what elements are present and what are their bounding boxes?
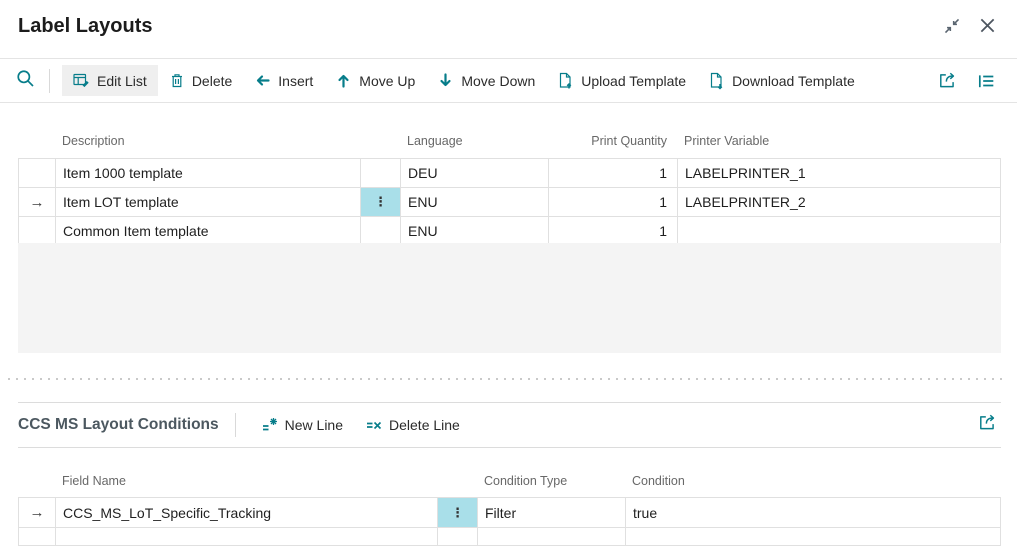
cell-field-name[interactable]: [55, 528, 437, 545]
upload-template-label: Upload Template: [581, 73, 686, 89]
list-menu-icon[interactable]: [977, 72, 995, 90]
conditions-section-bar: CCS MS Layout Conditions New Line Delete…: [18, 403, 1001, 447]
current-row-arrow-icon: →: [18, 188, 55, 216]
header-spacer: [437, 474, 477, 488]
column-header-condition-type[interactable]: Condition Type: [477, 474, 625, 488]
cell-printer-variable[interactable]: LABELPRINTER_2: [677, 188, 1001, 216]
window-controls: [943, 16, 997, 35]
layouts-table-header: Description Language Print Quantity Prin…: [18, 134, 1001, 148]
conditions-bar-right: [978, 413, 997, 437]
download-template-label: Download Template: [732, 73, 855, 89]
row-selector[interactable]: [18, 217, 55, 245]
current-row-arrow-icon: →: [18, 498, 55, 527]
table-row-current[interactable]: → Item LOT template ⋮ ENU 1 LABELPRINTER…: [18, 188, 1001, 217]
action-bar: Edit List Delete Insert Move Up: [0, 58, 1017, 103]
cell-language[interactable]: ENU: [400, 217, 548, 245]
label-layouts-table: Item 1000 template DEU 1 LABELPRINTER_1 …: [18, 158, 1001, 246]
new-line-button[interactable]: New Line: [250, 410, 354, 440]
insert-button[interactable]: Insert: [243, 65, 324, 96]
row-selector[interactable]: [18, 159, 55, 187]
empty-rows-area: [18, 243, 1001, 353]
cell-printer-variable[interactable]: [677, 217, 1001, 245]
edit-list-button[interactable]: Edit List: [62, 65, 158, 96]
column-header-description[interactable]: Description: [55, 134, 360, 148]
delete-line-button[interactable]: Delete Line: [354, 410, 471, 440]
share-icon[interactable]: [938, 71, 957, 90]
row-options-button[interactable]: ⋮: [437, 498, 477, 527]
table-row[interactable]: Item 1000 template DEU 1 LABELPRINTER_1: [18, 159, 1001, 188]
cell-field-name[interactable]: CCS_MS_LoT_Specific_Tracking: [55, 498, 437, 527]
delete-line-icon: [365, 417, 382, 433]
delete-button[interactable]: Delete: [158, 65, 243, 96]
cell-condition[interactable]: [625, 528, 1001, 545]
insert-arrow-icon: [254, 72, 271, 89]
column-header-printer-variable[interactable]: Printer Variable: [677, 134, 1001, 148]
toolbar-divider: [235, 413, 236, 437]
upload-template-icon: [557, 72, 574, 90]
page-title: Label Layouts: [18, 13, 152, 39]
cell-print-quantity[interactable]: 1: [548, 217, 677, 245]
cell-description[interactable]: Item LOT template: [55, 188, 360, 216]
cell-condition[interactable]: true: [625, 498, 1001, 527]
delete-icon: [169, 72, 185, 89]
close-icon[interactable]: [978, 16, 997, 35]
row-options-cell[interactable]: [437, 528, 477, 545]
conditions-table-header: Field Name Condition Type Condition: [18, 474, 1001, 488]
header-spacer: [18, 474, 55, 488]
row-options-button[interactable]: ⋮: [360, 188, 400, 216]
cell-description[interactable]: Common Item template: [55, 217, 360, 245]
edit-list-icon: [73, 72, 90, 89]
cell-language[interactable]: DEU: [400, 159, 548, 187]
row-options-cell[interactable]: [360, 159, 400, 187]
table-row[interactable]: Common Item template ENU 1: [18, 217, 1001, 246]
header-spacer: [360, 134, 400, 148]
move-up-arrow-icon: [335, 72, 352, 89]
delete-label: Delete: [192, 73, 232, 89]
move-down-arrow-icon: [437, 72, 454, 89]
row-selector[interactable]: [18, 528, 55, 545]
cell-description[interactable]: Item 1000 template: [55, 159, 360, 187]
row-options-cell[interactable]: [360, 217, 400, 245]
column-header-condition[interactable]: Condition: [625, 474, 1001, 488]
delete-line-label: Delete Line: [389, 417, 460, 433]
cell-print-quantity[interactable]: 1: [548, 159, 677, 187]
cell-printer-variable[interactable]: LABELPRINTER_1: [677, 159, 1001, 187]
column-header-field-name[interactable]: Field Name: [55, 474, 437, 488]
conditions-table: → CCS_MS_LoT_Specific_Tracking ⋮ Filter …: [18, 497, 1001, 546]
dotted-section-separator: [8, 378, 1007, 380]
move-up-label: Move Up: [359, 73, 415, 89]
table-row-current[interactable]: → CCS_MS_LoT_Specific_Tracking ⋮ Filter …: [18, 498, 1001, 528]
search-icon[interactable]: [16, 69, 35, 93]
cell-print-quantity[interactable]: 1: [548, 188, 677, 216]
header-spacer: [18, 134, 55, 148]
table-row-empty[interactable]: [18, 528, 1001, 546]
new-line-icon: [261, 417, 278, 433]
edit-list-label: Edit List: [97, 73, 147, 89]
section-divider: [18, 447, 1001, 448]
cell-language[interactable]: ENU: [400, 188, 548, 216]
move-down-button[interactable]: Move Down: [426, 65, 546, 96]
column-header-print-quantity[interactable]: Print Quantity: [548, 134, 677, 148]
new-line-label: New Line: [285, 417, 343, 433]
insert-label: Insert: [278, 73, 313, 89]
download-template-button[interactable]: Download Template: [697, 65, 866, 97]
download-template-icon: [708, 72, 725, 90]
cell-condition-type[interactable]: Filter: [477, 498, 625, 527]
share-icon[interactable]: [978, 413, 997, 437]
actionbar-right: [938, 71, 995, 90]
move-down-label: Move Down: [461, 73, 535, 89]
toolbar-divider: [49, 69, 50, 93]
move-up-button[interactable]: Move Up: [324, 65, 426, 96]
collapse-window-icon[interactable]: [943, 17, 961, 35]
column-header-language[interactable]: Language: [400, 134, 548, 148]
upload-template-button[interactable]: Upload Template: [546, 65, 697, 97]
cell-condition-type[interactable]: [477, 528, 625, 545]
conditions-section-title: CCS MS Layout Conditions: [18, 416, 219, 434]
